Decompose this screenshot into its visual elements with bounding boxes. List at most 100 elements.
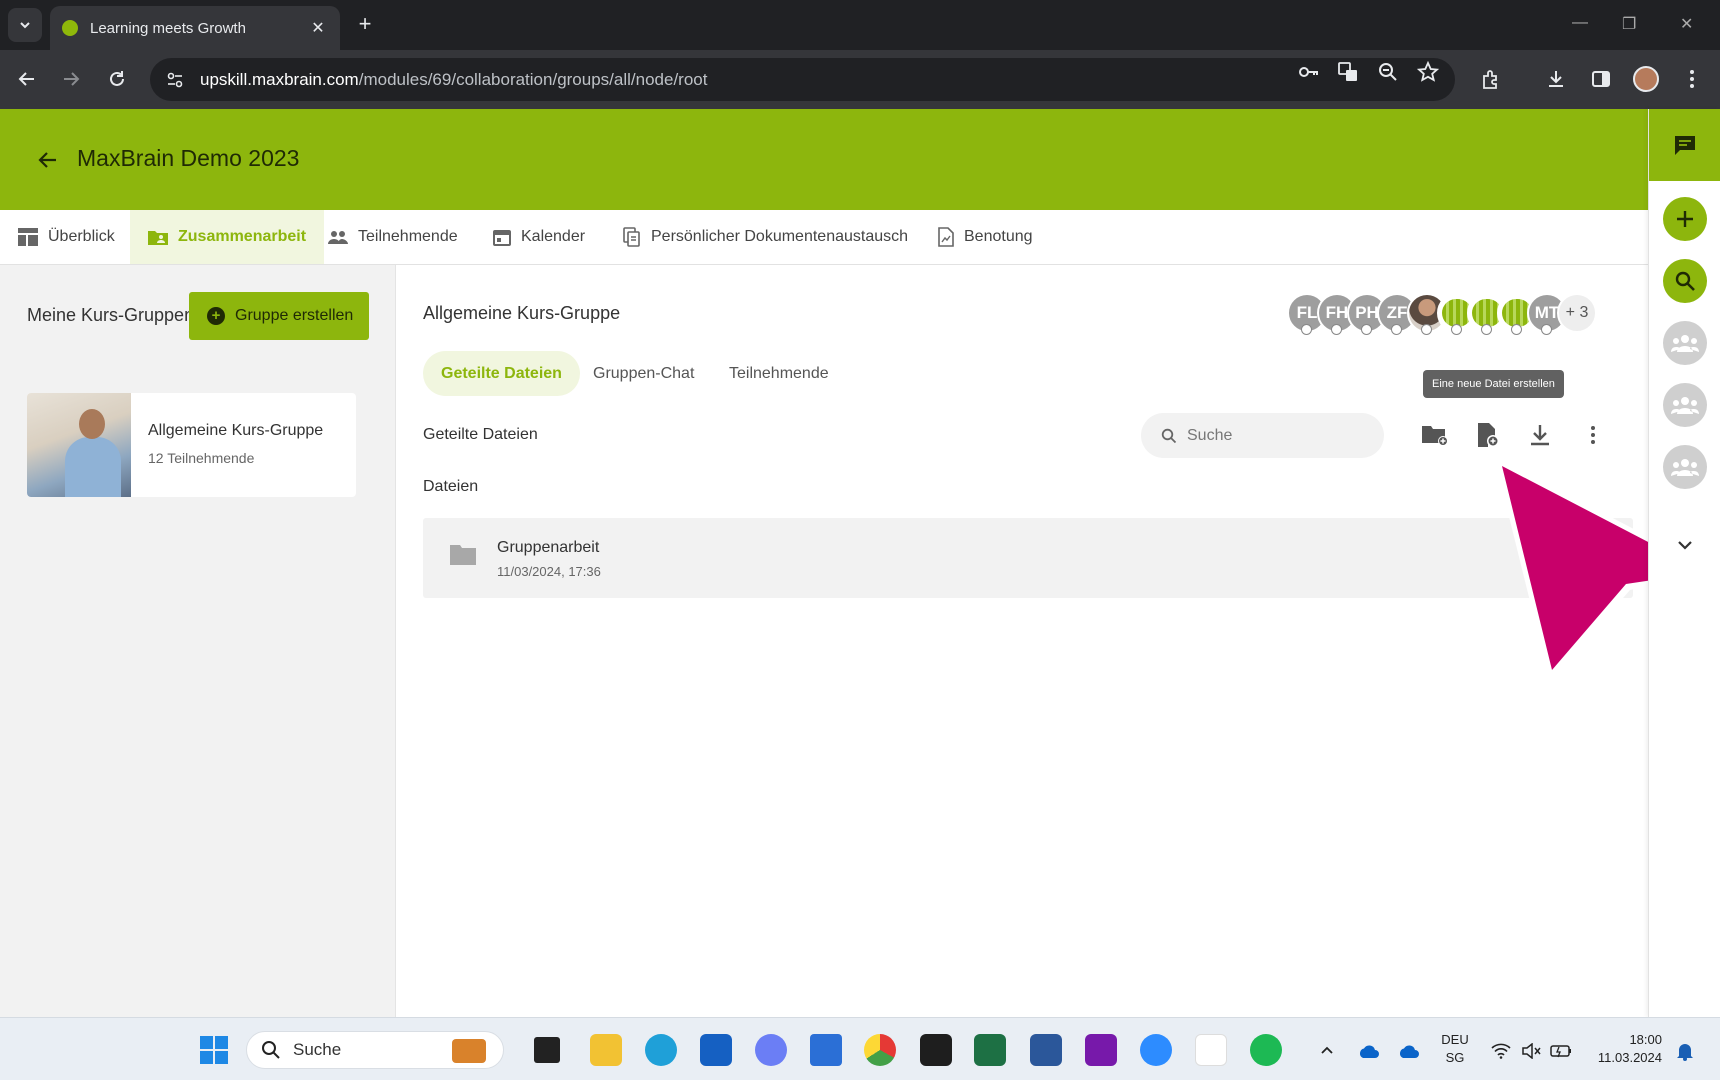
avatar-initials: MT xyxy=(1534,303,1560,322)
region-code: SG xyxy=(1445,1050,1465,1065)
edge-icon[interactable] xyxy=(645,1034,677,1066)
tab-calendar[interactable]: Kalender xyxy=(475,210,603,264)
address-bar[interactable]: upskill.maxbrain.com/modules/69/collabor… xyxy=(150,58,1455,101)
onenote-icon[interactable] xyxy=(1085,1034,1117,1066)
translate-icon[interactable] xyxy=(1336,60,1360,84)
new-file-tooltip: Eine neue Datei erstellen xyxy=(1423,370,1564,398)
site-settings-icon[interactable] xyxy=(164,69,186,91)
course-header: MaxBrain Demo 2023 xyxy=(0,109,1648,210)
group-shortcut-button[interactable] xyxy=(1663,321,1707,365)
chevron-up-icon[interactable] xyxy=(1316,1040,1338,1062)
grading-icon xyxy=(938,227,954,247)
chat-button[interactable] xyxy=(1649,109,1720,181)
figma-icon[interactable] xyxy=(920,1034,952,1066)
task-view-icon[interactable] xyxy=(534,1037,560,1063)
taskbar-search-label: Suche xyxy=(293,1040,342,1059)
profile-avatar[interactable] xyxy=(1630,63,1662,95)
dashboard-icon xyxy=(18,228,38,246)
extensions-icon[interactable] xyxy=(1475,63,1507,95)
download-icon[interactable] xyxy=(1540,63,1572,95)
taskbar-search-input[interactable]: Suche xyxy=(246,1031,504,1069)
tab-grading[interactable]: Benotung xyxy=(920,210,1051,264)
wifi-icon[interactable] xyxy=(1490,1040,1512,1062)
new-tab-button[interactable]: + xyxy=(352,12,378,38)
group-card[interactable]: Allgemeine Kurs-Gruppe 12 Teilnehmende xyxy=(27,393,356,497)
browser-toolbar: upskill.maxbrain.com/modules/69/collabor… xyxy=(0,50,1720,109)
new-file-button[interactable] xyxy=(1472,419,1504,451)
download-all-button[interactable] xyxy=(1524,419,1556,451)
windows-start-icon[interactable] xyxy=(198,1034,230,1066)
people-icon xyxy=(328,231,348,244)
zoom-icon[interactable] xyxy=(1140,1034,1172,1066)
add-button[interactable] xyxy=(1663,197,1707,241)
zoom-icon[interactable] xyxy=(1376,60,1400,84)
tab-overview[interactable]: Überblick xyxy=(0,210,133,264)
todo-icon[interactable] xyxy=(810,1034,842,1066)
onedrive-icon[interactable] xyxy=(1358,1040,1380,1062)
password-key-icon[interactable] xyxy=(1296,60,1320,84)
status-dot xyxy=(1511,324,1522,335)
side-panel-icon[interactable] xyxy=(1585,63,1617,95)
reload-icon xyxy=(110,71,124,86)
search-placeholder: Suche xyxy=(1187,426,1233,444)
group-shortcut-button[interactable] xyxy=(1663,383,1707,427)
store-icon[interactable] xyxy=(700,1034,732,1066)
tab-participants[interactable]: Teilnehmende xyxy=(310,210,476,264)
file-explorer-icon[interactable] xyxy=(590,1034,622,1066)
word-icon[interactable] xyxy=(1030,1034,1062,1066)
status-dot xyxy=(1421,324,1432,335)
forward-button[interactable] xyxy=(56,64,86,94)
tab-search-button[interactable] xyxy=(8,8,42,42)
search-icon xyxy=(1675,271,1695,291)
search-icon xyxy=(262,1041,280,1059)
thumb-person-head xyxy=(79,409,105,439)
back-arrow-icon[interactable] xyxy=(36,148,60,172)
app-icon[interactable] xyxy=(755,1034,787,1066)
briefcase-icon xyxy=(452,1039,486,1063)
bookmark-star-icon[interactable] xyxy=(1416,60,1440,84)
close-window-icon[interactable]: ✕ xyxy=(1680,14,1693,34)
add-circle-icon: + xyxy=(207,307,225,325)
browser-menu-icon[interactable] xyxy=(1676,63,1708,95)
create-group-button[interactable]: + Gruppe erstellen xyxy=(189,292,369,340)
thumb-person-body xyxy=(65,437,121,497)
slack-icon[interactable] xyxy=(1195,1034,1227,1066)
windows-taskbar: Suche DEU SG 18:00 11.03.2024 xyxy=(0,1017,1720,1080)
maximize-icon[interactable]: ❐ xyxy=(1622,14,1636,34)
chrome-icon[interactable] xyxy=(864,1034,896,1066)
reload-button[interactable] xyxy=(102,64,132,94)
chevron-down-icon[interactable] xyxy=(1673,533,1697,557)
volume-muted-icon[interactable] xyxy=(1520,1040,1542,1062)
notification-bell-icon[interactable] xyxy=(1674,1040,1696,1062)
back-button[interactable] xyxy=(12,64,42,94)
battery-icon[interactable] xyxy=(1550,1040,1572,1062)
group-shortcut-button[interactable] xyxy=(1663,445,1707,489)
subtab-participants[interactable]: Teilnehmende xyxy=(711,351,847,396)
clock[interactable]: 18:00 11.03.2024 xyxy=(1586,1031,1662,1067)
url-path: /modules/69/collaboration/groups/all/nod… xyxy=(358,69,708,89)
spotify-icon[interactable] xyxy=(1250,1034,1282,1066)
close-tab-icon[interactable]: ✕ xyxy=(308,18,328,38)
status-dot xyxy=(1331,324,1342,335)
tab-label: Persönlicher Dokumentenaustausch xyxy=(651,228,909,245)
subtab-shared-files[interactable]: Geteilte Dateien xyxy=(423,351,580,396)
avatar-initials: FL xyxy=(1296,303,1318,322)
status-dot xyxy=(1481,324,1492,335)
tab-collaboration[interactable]: Zusammenarbeit xyxy=(130,210,325,264)
list-item[interactable]: Gruppenarbeit 11/03/2024, 17:36 xyxy=(423,518,1633,598)
excel-icon[interactable] xyxy=(974,1034,1006,1066)
input-language[interactable]: DEU SG xyxy=(1438,1031,1472,1067)
tab-personal-documents[interactable]: Persönlicher Dokumentenaustausch xyxy=(605,210,926,264)
more-options-button[interactable] xyxy=(1577,419,1609,451)
new-folder-button[interactable] xyxy=(1419,419,1451,451)
file-search-input[interactable]: Suche xyxy=(1141,413,1384,458)
subtab-group-chat[interactable]: Gruppen-Chat xyxy=(575,351,712,396)
browser-tab[interactable]: Learning meets Growth ✕ xyxy=(50,6,340,50)
tab-title: Learning meets Growth xyxy=(90,19,246,37)
minimize-icon[interactable]: — xyxy=(1572,14,1588,32)
search-button[interactable] xyxy=(1663,259,1707,303)
folder-icon xyxy=(450,545,476,565)
plus-icon xyxy=(1677,211,1693,227)
more-members-badge[interactable]: + 3 xyxy=(1557,293,1597,333)
onedrive-icon[interactable] xyxy=(1398,1040,1420,1062)
